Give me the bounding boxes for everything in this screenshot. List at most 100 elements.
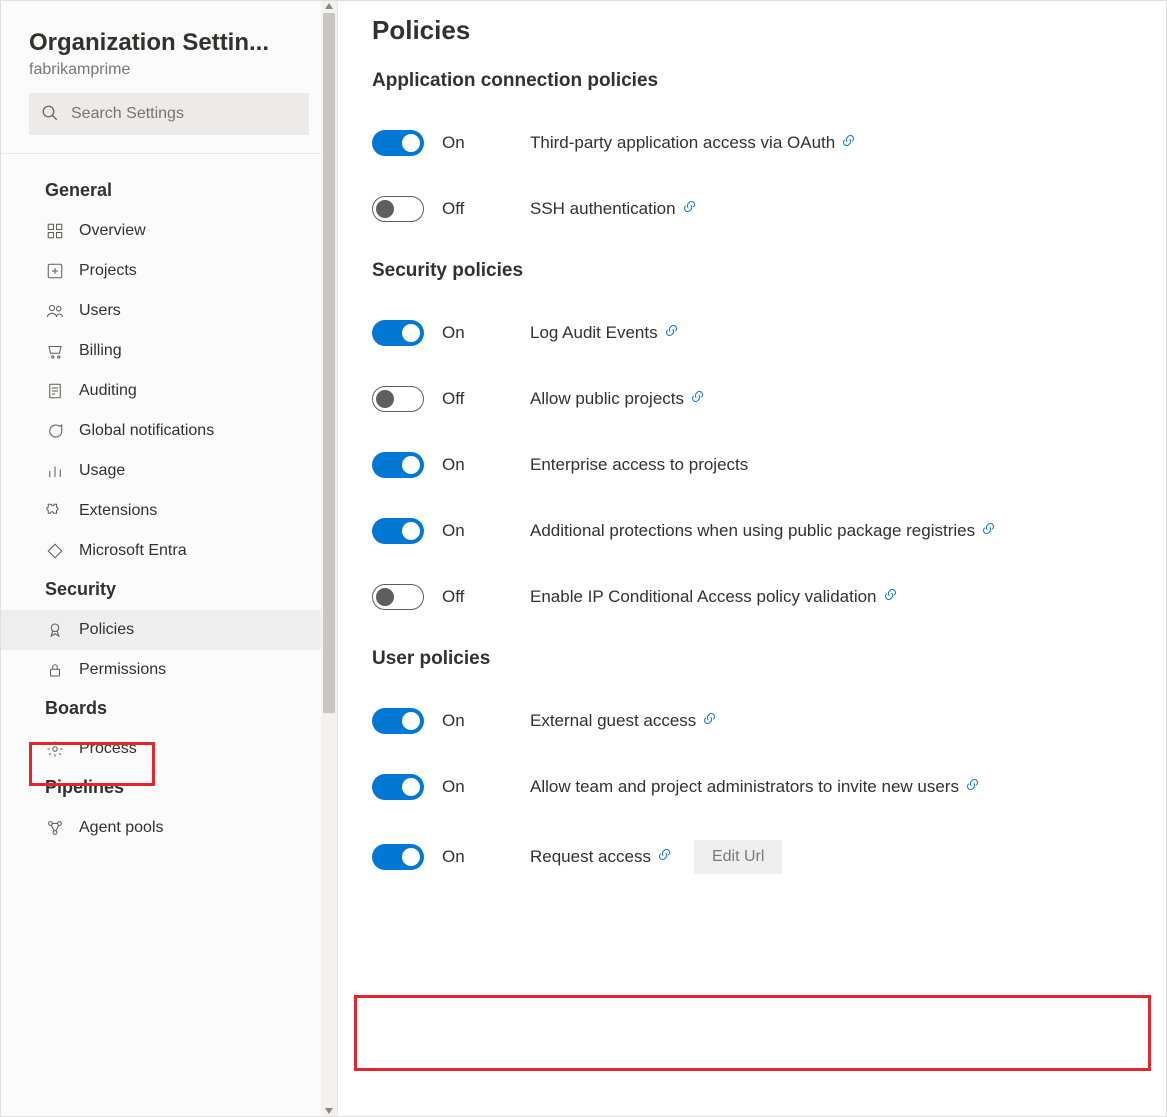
entra-icon <box>45 541 65 561</box>
policy-row: OnThird-party application access via OAu… <box>372 110 1132 176</box>
gear-icon <box>45 739 65 759</box>
policy-toggle[interactable] <box>372 774 424 800</box>
policy-toggle[interactable] <box>372 584 424 610</box>
grid-icon <box>45 221 65 241</box>
search-settings[interactable] <box>29 93 309 135</box>
link-icon[interactable] <box>702 711 717 731</box>
cart-icon <box>45 341 65 361</box>
section-title: General <box>1 172 337 211</box>
section-title: Security <box>1 571 337 610</box>
toggle-state-label: On <box>442 777 512 797</box>
nav-item-label: Extensions <box>79 502 157 520</box>
toggle-state-label: On <box>442 455 512 475</box>
policy-description: SSH authentication <box>530 199 697 219</box>
policy-description: Log Audit Events <box>530 323 679 343</box>
nav-item-label: Microsoft Entra <box>79 542 187 560</box>
link-icon[interactable] <box>657 847 672 867</box>
policy-toggle[interactable] <box>372 518 424 544</box>
nav-item-permissions[interactable]: Permissions <box>1 650 337 690</box>
link-icon[interactable] <box>682 199 697 219</box>
policy-description: Enterprise access to projects <box>530 455 748 475</box>
toggle-state-label: Off <box>442 587 512 607</box>
policy-toggle[interactable] <box>372 452 424 478</box>
chart-icon <box>45 461 65 481</box>
toggle-state-label: On <box>442 133 512 153</box>
plus-box-icon <box>45 261 65 281</box>
main-content: Policies Application connection policies… <box>338 1 1166 1116</box>
policy-description: Enable IP Conditional Access policy vali… <box>530 587 898 607</box>
page-title: Policies <box>372 15 1132 46</box>
pool-icon <box>45 818 65 838</box>
link-icon[interactable] <box>981 521 996 541</box>
policy-row: On Allow team and project administrators … <box>372 754 1132 820</box>
nav-item-policies[interactable]: Policies <box>1 610 337 650</box>
policy-group-title: Application connection policies <box>372 70 1132 92</box>
nav-item-label: Users <box>79 302 121 320</box>
puzzle-icon <box>45 501 65 521</box>
policy-description: Additional protections when using public… <box>530 521 996 541</box>
nav-item-label: Agent pools <box>79 819 164 837</box>
policy-row: On External guest access <box>372 688 1132 754</box>
divider <box>1 153 337 154</box>
policy-description: External guest access <box>530 711 717 731</box>
nav-item-billing[interactable]: Billing <box>1 331 337 371</box>
receipt-icon <box>45 381 65 401</box>
section-title: Pipelines <box>1 769 337 808</box>
toggle-state-label: On <box>442 711 512 731</box>
policy-row: Off Enable IP Conditional Access policy v… <box>372 564 1132 630</box>
policy-toggle[interactable] <box>372 130 424 156</box>
nav-item-extensions[interactable]: Extensions <box>1 491 337 531</box>
nav-item-label: Global notifications <box>79 422 214 440</box>
policy-toggle[interactable] <box>372 708 424 734</box>
link-icon[interactable] <box>841 133 856 153</box>
policy-row: OffAllow public projects <box>372 366 1132 432</box>
link-icon[interactable] <box>690 389 705 409</box>
policy-description: Request access <box>530 847 672 867</box>
nav-item-usage[interactable]: Usage <box>1 451 337 491</box>
toggle-state-label: On <box>442 847 512 867</box>
link-icon[interactable] <box>883 587 898 607</box>
nav-item-overview[interactable]: Overview <box>1 211 337 251</box>
nav-item-projects[interactable]: Projects <box>1 251 337 291</box>
policy-toggle[interactable] <box>372 844 424 870</box>
policy-row: On Request access Edit Url <box>372 820 1132 894</box>
policy-toggle[interactable] <box>372 320 424 346</box>
policy-row: OnAdditional protections when using publ… <box>372 498 1132 564</box>
policy-toggle[interactable] <box>372 196 424 222</box>
lock-icon <box>45 660 65 680</box>
users-icon <box>45 301 65 321</box>
badge-icon <box>45 620 65 640</box>
chat-icon <box>45 421 65 441</box>
nav-item-label: Permissions <box>79 661 166 679</box>
nav-item-microsoft-entra[interactable]: Microsoft Entra <box>1 531 337 571</box>
toggle-state-label: Off <box>442 199 512 219</box>
nav-item-label: Usage <box>79 462 125 480</box>
policy-row: On Enterprise access to projects <box>372 432 1132 498</box>
nav-item-agent-pools[interactable]: Agent pools <box>1 808 337 848</box>
nav-item-auditing[interactable]: Auditing <box>1 371 337 411</box>
policy-row: OnLog Audit Events <box>372 300 1132 366</box>
nav-item-label: Policies <box>79 621 134 639</box>
section-title: Boards <box>1 690 337 729</box>
sidebar: Organization Settin... fabrikamprime Gen… <box>1 1 338 1116</box>
link-icon[interactable] <box>965 777 980 797</box>
policy-row: Off SSH authentication <box>372 176 1132 242</box>
policy-group-title: User policies <box>372 648 1132 670</box>
nav-item-label: Billing <box>79 342 122 360</box>
policy-toggle[interactable] <box>372 386 424 412</box>
nav-item-label: Projects <box>79 262 137 280</box>
nav-item-process[interactable]: Process <box>1 729 337 769</box>
search-input[interactable] <box>69 104 297 124</box>
nav-item-users[interactable]: Users <box>1 291 337 331</box>
nav-item-label: Process <box>79 740 137 758</box>
edit-url-button[interactable]: Edit Url <box>694 840 782 874</box>
nav-item-global-notifications[interactable]: Global notifications <box>1 411 337 451</box>
toggle-state-label: Off <box>442 389 512 409</box>
org-name: fabrikamprime <box>1 57 337 93</box>
search-icon <box>41 104 59 125</box>
scrollbar[interactable] <box>321 1 337 1116</box>
scrollbar-thumb[interactable] <box>323 13 335 713</box>
policy-description: Allow team and project administrators to… <box>530 777 980 797</box>
link-icon[interactable] <box>664 323 679 343</box>
policy-group-title: Security policies <box>372 260 1132 282</box>
